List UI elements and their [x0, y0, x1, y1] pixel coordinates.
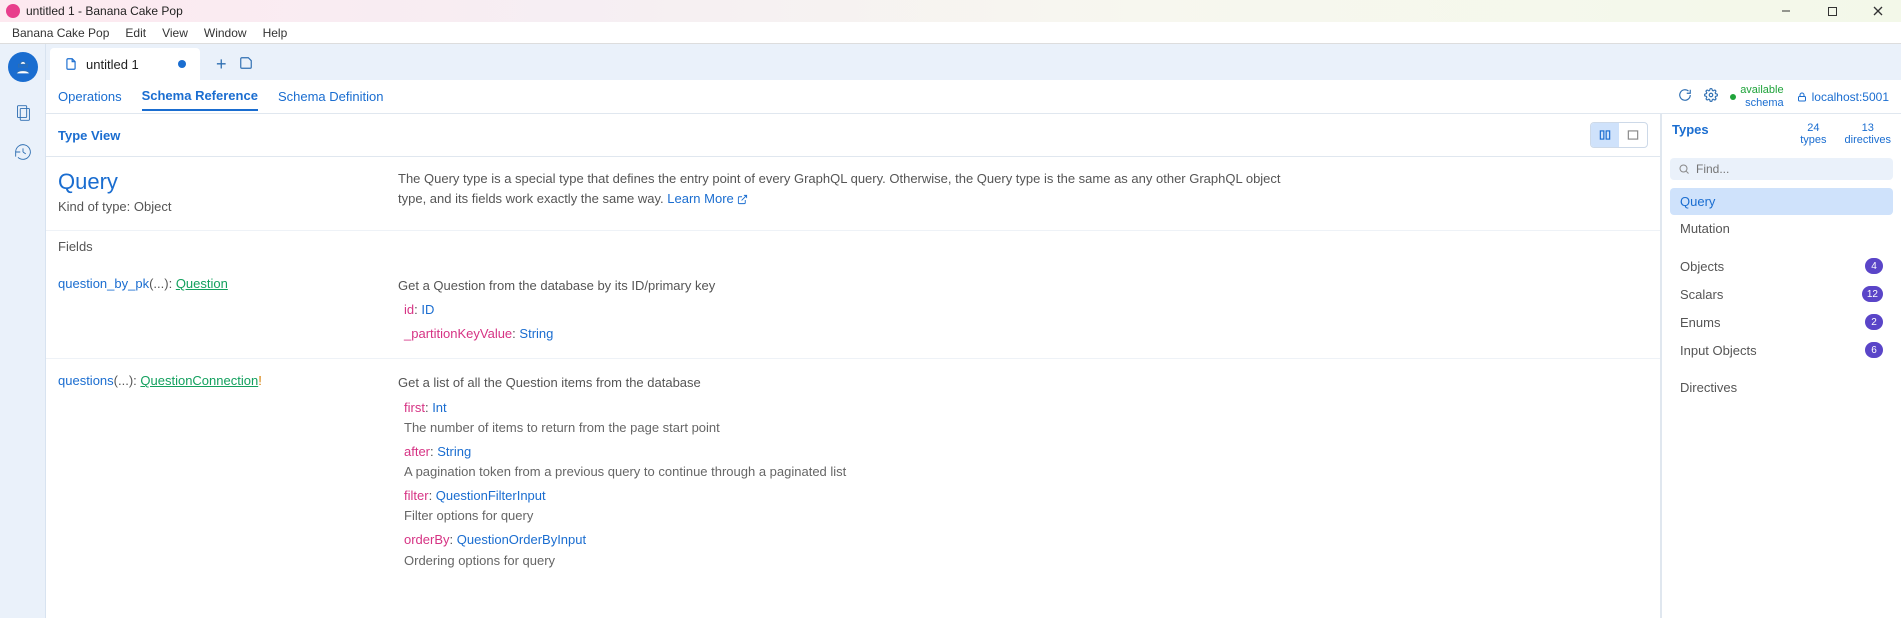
arg-description: The number of items to return from the p…	[404, 418, 846, 438]
search-icon	[1678, 163, 1690, 175]
menu-app[interactable]: Banana Cake Pop	[4, 26, 117, 40]
typeview-title: Type View	[58, 128, 120, 143]
view-mode-columns-button[interactable]	[1591, 123, 1619, 147]
tab-schema-reference[interactable]: Schema Reference	[142, 82, 258, 111]
field-row: question_by_pk(...): Question Get a Ques…	[46, 262, 1660, 359]
field-name[interactable]: question_by_pk	[58, 276, 149, 291]
arg-name: after	[404, 444, 430, 459]
menu-view[interactable]: View	[154, 26, 196, 40]
activity-bar	[0, 44, 46, 618]
arg-type[interactable]: ID	[421, 302, 434, 317]
window-maximize-button[interactable]	[1809, 0, 1855, 22]
type-list-item-enums[interactable]: Enums2	[1670, 308, 1893, 336]
save-all-icon[interactable]	[239, 56, 253, 73]
document-tabstrip: untitled 1 +	[46, 44, 1901, 80]
arg-name: first	[404, 400, 425, 415]
window-minimize-button[interactable]	[1763, 0, 1809, 22]
menu-help[interactable]: Help	[255, 26, 296, 40]
window-close-button[interactable]	[1855, 0, 1901, 22]
type-list-item-directives[interactable]: Directives	[1670, 374, 1893, 401]
menu-window[interactable]: Window	[196, 26, 255, 40]
arg-name: id	[404, 302, 414, 317]
arg-type[interactable]: QuestionFilterInput	[436, 488, 546, 503]
field-name[interactable]: questions	[58, 373, 114, 388]
arg-type[interactable]: QuestionOrderByInput	[457, 532, 586, 547]
history-icon[interactable]	[12, 141, 34, 166]
documents-icon[interactable]	[12, 102, 34, 127]
arg-description: Ordering options for query	[404, 551, 846, 571]
unsaved-indicator-icon	[178, 60, 186, 68]
document-tab[interactable]: untitled 1	[50, 48, 200, 80]
document-tab-label: untitled 1	[86, 57, 139, 72]
type-description: The Query type is a special type that de…	[398, 169, 1298, 214]
field-return-type[interactable]: QuestionConnection	[140, 373, 258, 388]
arg-type[interactable]: String	[437, 444, 471, 459]
fields-heading: Fields	[46, 231, 1660, 262]
schema-status: available schema	[1740, 84, 1783, 108]
window-titlebar: untitled 1 - Banana Cake Pop	[0, 0, 1901, 22]
arg-description: Filter options for query	[404, 506, 846, 526]
settings-icon[interactable]	[1704, 88, 1718, 105]
field-description: Get a list of all the Question items fro…	[398, 373, 846, 393]
types-search-input[interactable]	[1696, 162, 1885, 176]
tab-schema-definition[interactable]: Schema Definition	[278, 83, 384, 110]
tab-operations[interactable]: Operations	[58, 83, 122, 110]
types-panel-title: Types	[1672, 122, 1800, 137]
learn-more-link[interactable]: Learn More	[667, 191, 748, 206]
field-row: questions(...): QuestionConnection! Get …	[46, 359, 1660, 588]
types-panel: Types 24 types 13 directives	[1661, 114, 1901, 618]
types-search[interactable]	[1670, 158, 1893, 180]
arg-type[interactable]: String	[519, 326, 553, 341]
type-kind: Kind of type: Object	[58, 199, 358, 214]
directives-count: 13 directives	[1845, 122, 1891, 146]
menubar: Banana Cake Pop Edit View Window Help	[0, 22, 1901, 44]
arg-description: A pagination token from a previous query…	[404, 462, 846, 482]
type-list-item-mutation[interactable]: Mutation	[1670, 215, 1893, 242]
view-mode-toggle	[1590, 122, 1648, 148]
new-tab-button[interactable]: +	[216, 54, 227, 75]
type-name: Query	[58, 169, 358, 195]
type-list-item-objects[interactable]: Objects4	[1670, 252, 1893, 280]
arg-name: orderBy	[404, 532, 450, 547]
menu-edit[interactable]: Edit	[117, 26, 154, 40]
app-logo-icon	[6, 4, 20, 18]
arg-type[interactable]: Int	[432, 400, 446, 415]
types-count: 24 types	[1800, 122, 1826, 146]
user-avatar-icon[interactable]	[8, 52, 38, 82]
refresh-icon[interactable]	[1678, 88, 1692, 105]
view-mode-list-button[interactable]	[1619, 123, 1647, 147]
window-title: untitled 1 - Banana Cake Pop	[26, 4, 183, 18]
type-list-item-query[interactable]: Query	[1670, 188, 1893, 215]
field-return-type[interactable]: Question	[176, 276, 228, 291]
type-list-item-scalars[interactable]: Scalars12	[1670, 280, 1893, 308]
field-description: Get a Question from the database by its …	[398, 276, 715, 296]
arg-name: filter	[404, 488, 429, 503]
arg-name: _partitionKeyValue	[404, 326, 512, 341]
endpoint-host[interactable]: localhost:5001	[1796, 90, 1889, 104]
workspace-tabs: Operations Schema Reference Schema Defin…	[46, 80, 1901, 114]
status-dot-icon	[1730, 94, 1736, 100]
type-list-item-input-objects[interactable]: Input Objects6	[1670, 336, 1893, 364]
